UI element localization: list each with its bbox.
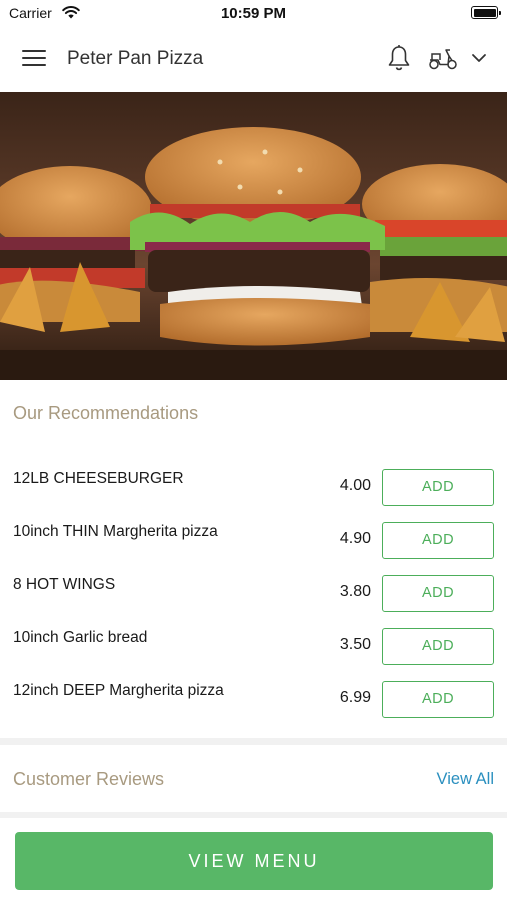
item-name: 12inch DEEP Margherita pizza [13, 682, 224, 699]
view-all-link[interactable]: View All [437, 770, 494, 789]
list-item: 12LB CHEESEBURGER 4.00 ADD [0, 460, 507, 513]
status-bar: Carrier 10:59 PM [0, 0, 507, 26]
item-name: 8 HOT WINGS [13, 576, 116, 593]
nav-bar: Peter Pan Pizza [0, 26, 507, 92]
clock: 10:59 PM [220, 5, 287, 22]
list-item: 12inch DEEP Margherita pizza 6.99 ADD [0, 672, 507, 725]
list-item: 10inch THIN Margherita pizza 4.90 ADD [0, 513, 507, 566]
bell-icon[interactable] [386, 44, 412, 72]
item-price: 6.99 [339, 689, 371, 706]
section-divider [0, 738, 507, 745]
list-item: 10inch Garlic bread 3.50 ADD [0, 619, 507, 672]
view-menu-button[interactable]: VIEW MENU [15, 832, 493, 890]
hamburger-menu-icon[interactable] [22, 50, 46, 68]
add-button[interactable]: ADD [382, 522, 494, 559]
scooter-icon[interactable] [427, 47, 459, 71]
add-button[interactable]: ADD [382, 681, 494, 718]
battery-icon [471, 6, 501, 19]
item-name: 10inch Garlic bread [13, 629, 148, 646]
item-price: 3.50 [339, 636, 371, 653]
chevron-down-icon[interactable] [470, 51, 488, 65]
reviews-heading: Customer Reviews [13, 769, 165, 789]
recommendations-list: 12LB CHEESEBURGER 4.00 ADD 10inch THIN M… [0, 460, 507, 725]
item-price: 4.00 [339, 477, 371, 494]
add-button[interactable]: ADD [382, 575, 494, 612]
item-price: 4.90 [339, 530, 371, 547]
add-button[interactable]: ADD [382, 628, 494, 665]
recommendations-heading: Our Recommendations [13, 403, 199, 423]
item-name: 12LB CHEESEBURGER [13, 470, 184, 487]
hero-burger-image [0, 92, 507, 380]
item-price: 3.80 [339, 583, 371, 600]
add-button[interactable]: ADD [382, 469, 494, 506]
bottom-bar: VIEW MENU [0, 818, 507, 900]
item-name: 10inch THIN Margherita pizza [13, 523, 218, 540]
list-item: 8 HOT WINGS 3.80 ADD [0, 566, 507, 619]
page-title: Peter Pan Pizza [67, 48, 204, 69]
